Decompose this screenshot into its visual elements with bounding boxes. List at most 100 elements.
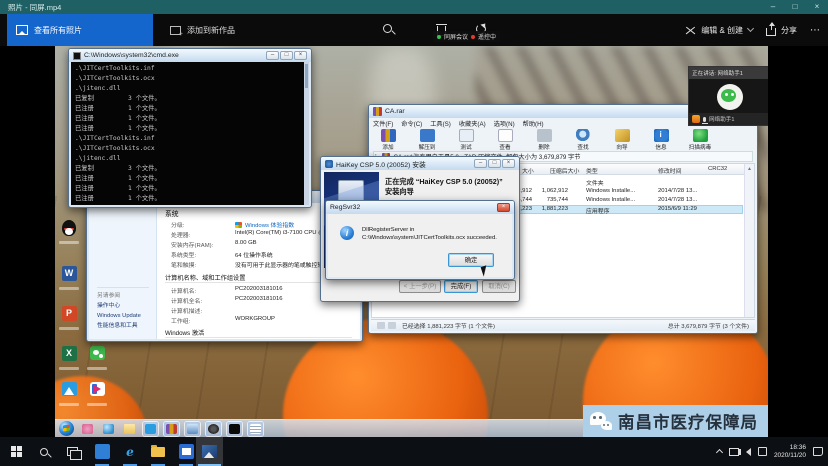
sidebar-link-windows-update[interactable]: Windows Update — [97, 313, 141, 319]
media-player-icon — [90, 382, 105, 396]
add-archive-icon — [381, 129, 396, 142]
experience-index-link[interactable]: Windows 体验指数 — [245, 223, 294, 229]
cmd-titlebar[interactable]: C:\Windows\system32\cmd.exe –□× — [69, 49, 311, 62]
screen-share-badge: 同屏会议 遥控中 — [433, 31, 500, 42]
cmd-output-area[interactable]: .\JITCertToolkits.inf .\JITCertToolkits.… — [71, 62, 309, 205]
desktop-icon-wechat[interactable] — [86, 346, 108, 370]
close-button[interactable]: × — [806, 0, 828, 14]
taskbar-icon-ie[interactable]: e — [118, 442, 142, 461]
call-overlay-footer: 网络助手1 — [689, 113, 768, 125]
edit-create-button[interactable]: 编辑 & 创建 — [685, 25, 753, 36]
menu-tools[interactable]: 工具(S) — [430, 119, 451, 128]
menu-favorites[interactable]: 收藏夹(A) — [459, 119, 486, 128]
call-overlay-panel[interactable]: 正在讲话: 网络助手1 网络助手1 — [688, 66, 768, 126]
wechat-channel-logo-icon — [590, 412, 612, 430]
back-button[interactable]: < 上一步(P) — [399, 280, 441, 293]
call-overlay-header: 正在讲话: 网络助手1 — [689, 67, 768, 79]
regsvr32-titlebar[interactable]: RegSvr32 × — [326, 201, 514, 214]
menu-help[interactable]: 帮助(H) — [523, 119, 544, 128]
ok-button[interactable]: 确定 — [448, 253, 494, 267]
cmd-scrollbar[interactable] — [304, 62, 309, 205]
menu-commands[interactable]: 命令(C) — [401, 119, 422, 128]
add-to-new-button[interactable]: 添加到新作品 — [170, 14, 235, 46]
taskbar-clock[interactable]: 18:36 2020/11/20 — [774, 444, 806, 460]
maximize-button[interactable]: □ — [280, 51, 293, 60]
search-icon — [40, 448, 48, 456]
regsvr32-body: i DllRegisterServer in C:\Windows\system… — [328, 214, 512, 277]
action-center-icon[interactable] — [813, 447, 823, 456]
desktop-icon-media-player[interactable] — [86, 382, 108, 406]
minimize-button[interactable]: – — [266, 51, 279, 60]
maximize-button[interactable]: □ — [488, 159, 501, 168]
cmd-icon — [73, 52, 81, 60]
start-orb-icon[interactable] — [59, 421, 74, 436]
app-logo-icon — [692, 115, 700, 123]
file-explorer-icon — [151, 447, 165, 457]
menu-file[interactable]: 文件(F) — [373, 119, 393, 128]
view-all-photos-button[interactable]: 查看所有照片 — [7, 14, 153, 46]
windows-flag-icon — [235, 222, 242, 228]
search-button[interactable] — [32, 442, 56, 461]
installer-titlebar[interactable]: HaiKey CSP 5.0 (20052) 安装 –□× — [321, 157, 519, 170]
watermark-banner: 南昌市医疗保障局 — [583, 405, 768, 437]
hidden-icons-chevron[interactable] — [716, 449, 723, 456]
close-button[interactable]: × — [502, 159, 515, 168]
wizard-button[interactable]: 向导 — [607, 129, 637, 150]
taskbar-icon-remote-assist[interactable] — [80, 422, 95, 436]
add-button[interactable]: 添加 — [373, 129, 403, 150]
list-scrollbar[interactable] — [744, 164, 754, 317]
find-button[interactable]: 查找 — [568, 129, 598, 150]
close-button[interactable]: × — [294, 51, 307, 60]
more-button[interactable]: ⋯ — [810, 25, 820, 36]
desktop-icon-cloud-drive[interactable] — [58, 382, 80, 406]
taskbar-icon-media-disc[interactable] — [206, 422, 221, 436]
photos-toolbar: 查看所有照片 添加到新作品 同屏会议 遥控中 编辑 & 创建 分享 ⋯ — [0, 14, 828, 46]
share-icon — [766, 28, 776, 36]
share-label: 分享 — [781, 25, 797, 36]
taskbar-icon-cloud-drive[interactable] — [143, 422, 158, 436]
taskbar-icon-explorer[interactable] — [122, 422, 137, 436]
section-computer-name: 计算机名称、域和工作组设置 — [165, 273, 245, 282]
cancel-button[interactable]: 取消(C) — [482, 280, 516, 293]
test-button[interactable]: 测试 — [451, 129, 481, 150]
task-view-button[interactable] — [60, 442, 84, 461]
close-button[interactable]: × — [497, 203, 510, 212]
ink-workspace-icon[interactable] — [758, 447, 767, 456]
info-button[interactable]: 信息 — [646, 129, 676, 150]
photo-stage: W P X 另请参阅 操作中心 Windows Update 性能信息和工具 系… — [0, 46, 828, 437]
share-button[interactable]: 分享 — [766, 24, 797, 36]
maximize-button[interactable]: □ — [784, 0, 806, 14]
start-button[interactable] — [4, 442, 28, 461]
sidebar-link-action-center[interactable]: 操作中心 — [97, 300, 120, 309]
taskbar-icon-browser[interactable] — [101, 422, 116, 436]
desktop-icon-powerpoint[interactable]: P — [58, 306, 80, 330]
taskbar-icon-explorer[interactable] — [146, 442, 170, 461]
taskbar-icon-system-properties[interactable] — [185, 422, 200, 436]
virus-scan-button[interactable]: 扫描病毒 — [685, 129, 715, 150]
sidebar-link-performance[interactable]: 性能信息和工具 — [97, 320, 138, 329]
desktop-icon-excel[interactable]: X — [58, 346, 80, 370]
volume-icon[interactable] — [746, 448, 751, 456]
taskbar-icon-cmd[interactable] — [227, 422, 242, 436]
window-controls: – □ × — [762, 0, 828, 14]
finish-button[interactable]: 完成(F) — [444, 280, 478, 293]
taskbar-icon-winrar[interactable] — [164, 422, 179, 436]
delete-button[interactable]: 删除 — [529, 129, 559, 150]
desktop-icon-qq[interactable] — [58, 220, 80, 244]
status-selected: 已经选择 1,881,223 字节 (1 个文件) — [402, 321, 495, 330]
view-button[interactable]: 查看 — [490, 129, 520, 150]
winrar-menubar: 文件(F) 命令(C) 工具(S) 收藏夹(A) 选项(N) 帮助(H) — [373, 118, 544, 128]
menu-options[interactable]: 选项(N) — [494, 119, 515, 128]
installer-title: HaiKey CSP 5.0 (20052) 安装 — [336, 159, 426, 169]
taskbar-icon-meeting-app[interactable] — [90, 442, 114, 461]
zoom-icon[interactable] — [383, 24, 395, 36]
taskbar-icon-photos-active[interactable] — [196, 437, 223, 466]
taskbar-icon-notepad[interactable] — [248, 422, 263, 436]
extract-button[interactable]: 解压到 — [412, 129, 442, 150]
desktop-icon-word[interactable]: W — [58, 266, 80, 290]
watermark-text: 南昌市医疗保障局 — [618, 409, 758, 433]
minimize-button[interactable]: – — [474, 159, 487, 168]
row-workgroup: 工作组:WORKGROUP — [171, 316, 190, 325]
taskbar-icon-mail-app[interactable] — [174, 442, 198, 461]
minimize-button[interactable]: – — [762, 0, 784, 14]
